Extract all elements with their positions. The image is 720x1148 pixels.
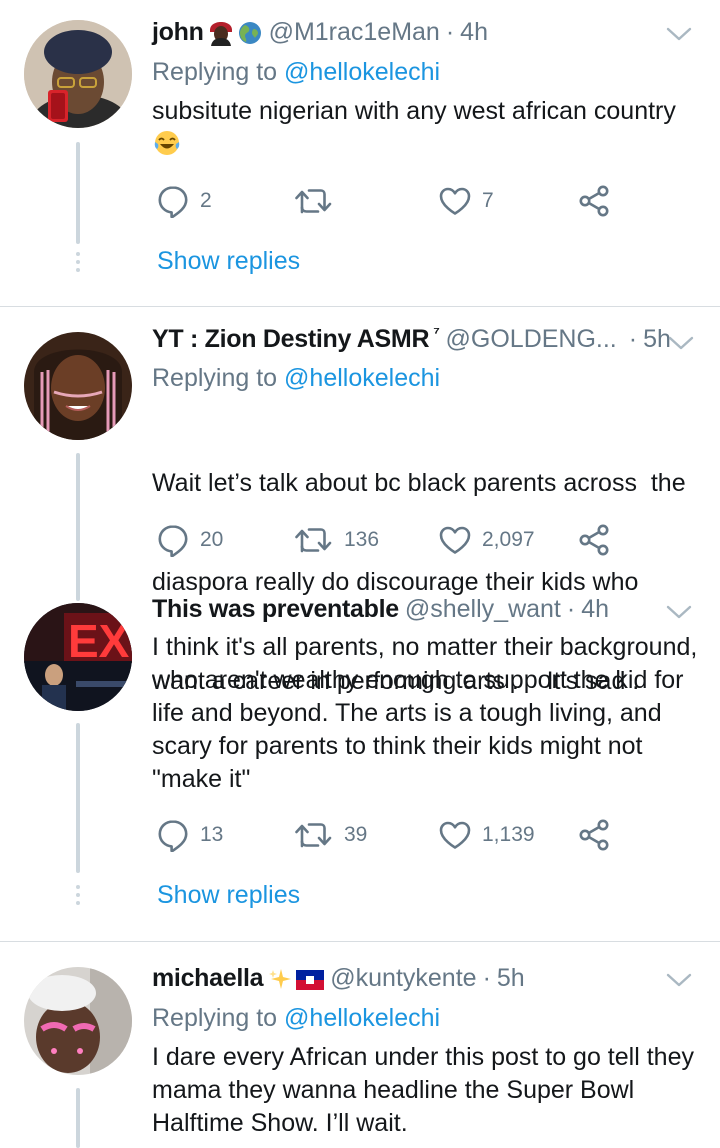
tweet-header: This was preventable @shelly_want · 4h	[152, 595, 700, 631]
tweet-actions: 20 136 2,097	[152, 520, 632, 560]
tweet-1[interactable]: john @M1rac1eMan · 4h Replying to @hello…	[0, 0, 720, 306]
separator: ·	[628, 325, 638, 353]
share-button[interactable]	[577, 520, 611, 560]
timestamp[interactable]: 4h	[460, 18, 488, 47]
retweet-button[interactable]: 39	[294, 815, 367, 855]
replying-to: Replying to @hellokelechi	[152, 58, 441, 86]
sparkles-emoji-icon	[269, 967, 293, 998]
tweet-header: michaella @kuntykente · 5h	[152, 964, 700, 1000]
tweet-header: YT : Zion Destiny ASMR ⁷ @GOLDENG... · 5…	[152, 325, 700, 361]
like-icon	[438, 525, 472, 555]
mention-link[interactable]: @hellokelechi	[284, 1004, 440, 1032]
display-name[interactable]: john	[152, 18, 204, 47]
tweet-4[interactable]: michaella @kuntykente · 5h Replying to @…	[0, 942, 720, 1148]
reply-count: 13	[200, 823, 224, 846]
chevron-down-icon[interactable]	[666, 602, 692, 622]
share-button[interactable]	[577, 815, 611, 855]
name-suffix: ⁷	[433, 325, 440, 342]
thread-line	[76, 723, 80, 873]
like-button[interactable]: 1,139	[438, 815, 535, 855]
svg-text:EXI: EXI	[68, 615, 132, 667]
show-replies-link[interactable]: Show replies	[157, 247, 300, 276]
tweet-text: I dare every African under this post to …	[152, 1043, 694, 1137]
handle[interactable]: @GOLDENG...	[446, 325, 617, 354]
tweet-text: subsitute nigerian with any west african…	[152, 95, 700, 167]
like-count: 2,097	[482, 528, 535, 551]
timestamp[interactable]: 4h	[581, 595, 609, 624]
handle[interactable]: @shelly_want	[405, 595, 561, 624]
reply-count: 2	[200, 189, 212, 212]
thread-line	[76, 1088, 80, 1148]
display-name[interactable]: This was preventable	[152, 595, 399, 624]
mention-link[interactable]: @hellokelechi	[284, 58, 440, 86]
retweet-count: 39	[344, 823, 368, 846]
avatar[interactable]	[24, 332, 132, 440]
reply-icon	[156, 818, 190, 852]
thread-line	[76, 142, 80, 244]
separator: ·	[566, 595, 576, 623]
share-icon	[577, 184, 611, 218]
display-name[interactable]: YT : Zion Destiny ASMR	[152, 325, 430, 354]
retweet-button[interactable]	[294, 181, 334, 221]
avatar[interactable]: EXI	[24, 603, 132, 711]
reply-icon	[156, 184, 190, 218]
tears-of-joy-emoji-icon	[152, 128, 182, 167]
display-name[interactable]: michaella	[152, 964, 264, 993]
retweet-icon	[294, 820, 334, 850]
thread-line	[76, 453, 80, 601]
chevron-down-icon[interactable]	[666, 24, 692, 44]
timestamp[interactable]: 5h	[643, 325, 671, 354]
globe-emoji-icon	[237, 20, 263, 53]
tweet-actions: 13 39 1,139	[152, 815, 632, 855]
tweet-2[interactable]: YT : Zion Destiny ASMR ⁷ @GOLDENG... · 5…	[0, 307, 720, 695]
avatar[interactable]	[24, 20, 132, 128]
share-button[interactable]	[577, 181, 611, 221]
like-button[interactable]: 7	[438, 181, 494, 221]
chevron-down-icon[interactable]	[668, 333, 694, 353]
mention-link[interactable]: @hellokelechi	[284, 364, 440, 392]
like-icon	[438, 186, 472, 216]
retweet-icon	[294, 186, 334, 216]
like-count: 7	[482, 189, 494, 212]
avatar[interactable]	[24, 967, 132, 1075]
retweet-button[interactable]: 136	[294, 520, 379, 560]
like-count: 1,139	[482, 823, 535, 846]
tweet-3[interactable]: EXI This was preventable @shelly_want · …	[0, 589, 720, 941]
show-replies-link[interactable]: Show replies	[157, 881, 300, 910]
retweet-icon	[294, 525, 334, 555]
share-icon	[577, 523, 611, 557]
thread-dots	[76, 252, 80, 276]
thread-dots	[76, 885, 80, 909]
reply-count: 20	[200, 528, 224, 551]
replying-to: Replying to @hellokelechi	[152, 1004, 441, 1032]
like-button[interactable]: 2,097	[438, 520, 535, 560]
reply-button[interactable]: 20	[156, 520, 223, 560]
share-icon	[577, 818, 611, 852]
chevron-down-icon[interactable]	[666, 970, 692, 990]
retweet-count: 136	[344, 528, 380, 551]
reply-button[interactable]: 13	[156, 815, 223, 855]
handle[interactable]: @kuntykente	[330, 964, 476, 993]
man-emoji-icon	[207, 20, 235, 53]
haiti-flag-icon	[296, 968, 325, 997]
tweet-text: I think it's all parents, no matter thei…	[152, 633, 698, 793]
tweet-actions: 2 7	[152, 181, 632, 221]
separator: ·	[445, 18, 455, 46]
reply-button[interactable]: 2	[156, 181, 212, 221]
separator: ·	[482, 964, 491, 992]
like-icon	[438, 820, 472, 850]
handle[interactable]: @M1rac1eMan	[269, 18, 440, 47]
timestamp[interactable]: 5h	[497, 964, 525, 993]
tweet-header: john @M1rac1eMan · 4h	[152, 18, 700, 54]
replying-to: Replying to @hellokelechi	[152, 364, 441, 392]
reply-icon	[156, 523, 190, 557]
